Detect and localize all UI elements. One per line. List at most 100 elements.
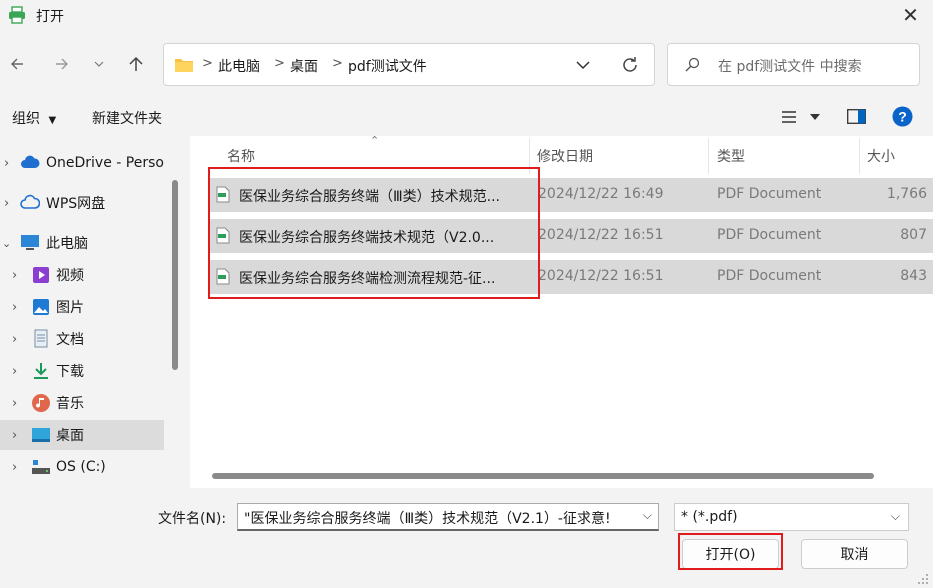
- video-icon: [33, 267, 49, 283]
- filename-value: "医保业务综合服务终端（Ⅲ类）技术规范（V2.1）-征求意!: [244, 511, 611, 527]
- sidebar-item-pictures[interactable]: › 图片: [0, 292, 164, 322]
- breadcrumb-separator: >: [274, 56, 285, 71]
- view-options-caret-icon[interactable]: [810, 114, 820, 120]
- chevron-down-icon[interactable]: ⌄: [2, 237, 11, 250]
- sidebar-item-music[interactable]: › 音乐: [0, 388, 164, 418]
- sidebar-item-downloads[interactable]: › 下载: [0, 356, 164, 386]
- chevron-right-icon[interactable]: ›: [12, 300, 17, 315]
- breadcrumb-desktop[interactable]: 桌面: [290, 56, 318, 76]
- address-bar[interactable]: > 此电脑 > 桌面 > pdf测试文件: [163, 43, 655, 86]
- recent-locations-button[interactable]: [84, 48, 114, 80]
- sidebar-item-desktop[interactable]: › 桌面: [0, 420, 164, 450]
- close-button[interactable]: ✕: [888, 0, 933, 30]
- sidebar-item-label: 图片: [56, 300, 84, 316]
- wps-cloud-icon: [20, 194, 40, 209]
- sidebar-item-label: 下载: [56, 364, 84, 380]
- column-divider[interactable]: [859, 138, 860, 174]
- sidebar-item-label: WPS网盘: [46, 196, 106, 212]
- chevron-right-icon[interactable]: ›: [12, 364, 17, 379]
- column-header-size[interactable]: 大小: [867, 146, 895, 166]
- search-box[interactable]: 在 pdf测试文件 中搜索: [667, 43, 920, 86]
- resize-grip-icon[interactable]: [914, 570, 930, 586]
- highlight-box-files: [208, 167, 540, 299]
- file-size: 1,766: [886, 186, 927, 202]
- breadcrumb-separator: >: [202, 56, 213, 71]
- sidebar-item-videos[interactable]: › 视频: [0, 260, 164, 290]
- search-input[interactable]: 在 pdf测试文件 中搜索: [718, 56, 862, 76]
- svg-text:?: ?: [898, 109, 907, 125]
- breadcrumb-this-pc[interactable]: 此电脑: [218, 56, 260, 76]
- sidebar-item-this-pc[interactable]: ⌄ 此电脑: [0, 228, 164, 258]
- horizontal-scrollbar[interactable]: [212, 473, 874, 479]
- filename-label: 文件名(N):: [158, 511, 227, 527]
- chevron-right-icon[interactable]: ›: [12, 396, 17, 411]
- organize-label: 组织: [12, 111, 40, 127]
- desktop-icon: [32, 428, 50, 442]
- file-type: PDF Document: [717, 268, 822, 284]
- help-icon[interactable]: ?: [892, 106, 913, 127]
- column-header-type[interactable]: 类型: [717, 146, 745, 166]
- documents-icon: [34, 329, 48, 348]
- new-folder-button[interactable]: 新建文件夹: [92, 108, 162, 128]
- sidebar-item-label: OneDrive - Perso: [46, 155, 164, 171]
- search-icon: [685, 57, 700, 72]
- chevron-right-icon[interactable]: ›: [12, 332, 17, 347]
- organize-menu-button[interactable]: 组织 ▼: [12, 108, 56, 128]
- file-modified: 2024/12/22 16:49: [538, 186, 664, 202]
- breadcrumb-separator: >: [332, 56, 343, 71]
- sidebar-item-label: 桌面: [56, 428, 84, 444]
- breadcrumb-pdf-folder[interactable]: pdf测试文件: [348, 56, 427, 76]
- file-modified: 2024/12/22 16:51: [538, 227, 664, 243]
- navigation-pane: › OneDrive - Perso › WPS网盘 ⌄ 此电脑 › 视频 › …: [0, 136, 180, 488]
- sidebar-item-label: 视频: [56, 268, 84, 284]
- sidebar-item-label: OS (C:): [56, 459, 106, 475]
- chevron-down-icon: [94, 61, 104, 67]
- file-modified: 2024/12/22 16:51: [538, 268, 664, 284]
- refresh-icon[interactable]: [621, 56, 639, 74]
- pictures-icon: [33, 299, 49, 315]
- drive-icon: [32, 460, 50, 474]
- file-type: PDF Document: [717, 186, 822, 202]
- window-title: 打开: [36, 9, 64, 25]
- back-button[interactable]: [2, 48, 32, 80]
- chevron-right-icon[interactable]: ›: [4, 196, 9, 211]
- sidebar-item-os-drive[interactable]: › OS (C:): [0, 452, 164, 482]
- chevron-down-icon: ⌵: [890, 509, 900, 523]
- sidebar-scrollbar[interactable]: [172, 180, 178, 370]
- printer-app-icon: [9, 6, 25, 24]
- address-history-chevron-icon[interactable]: [576, 60, 590, 70]
- column-header-name[interactable]: 名称: [227, 146, 255, 166]
- sidebar-item-label: 此电脑: [46, 236, 88, 252]
- cancel-button[interactable]: 取消: [801, 539, 908, 569]
- preview-pane-icon[interactable]: [847, 109, 866, 124]
- arrow-left-icon: [11, 58, 23, 70]
- title-bar: [0, 0, 933, 32]
- sidebar-item-onedrive[interactable]: › OneDrive - Perso: [0, 148, 164, 178]
- chevron-right-icon[interactable]: ›: [4, 156, 9, 171]
- sidebar-item-documents[interactable]: › 文档: [0, 324, 164, 354]
- folder-icon: [175, 59, 193, 72]
- arrow-right-icon: [56, 58, 68, 70]
- computer-icon: [21, 235, 39, 250]
- column-header-modified[interactable]: 修改日期: [537, 146, 593, 166]
- filename-input[interactable]: "医保业务综合服务终端（Ⅲ类）技术规范（V2.1）-征求意! ⌵: [237, 503, 659, 531]
- up-button[interactable]: [121, 48, 151, 80]
- chevron-right-icon[interactable]: ›: [12, 428, 17, 443]
- column-divider[interactable]: [708, 138, 709, 174]
- chevron-down-icon[interactable]: ⌵: [643, 508, 652, 523]
- file-size: 807: [900, 227, 927, 243]
- file-size: 843: [900, 268, 927, 284]
- view-list-icon[interactable]: [781, 110, 797, 124]
- file-type-filter-value: * (*.pdf): [681, 509, 738, 525]
- sidebar-item-wps-cloud[interactable]: › WPS网盘: [0, 188, 164, 218]
- sort-ascending-icon: ⌃: [370, 134, 380, 147]
- file-type-filter[interactable]: * (*.pdf) ⌵: [674, 503, 909, 531]
- music-icon: [32, 394, 50, 412]
- sidebar-item-label: 音乐: [56, 396, 84, 412]
- forward-button[interactable]: [47, 48, 77, 80]
- chevron-right-icon[interactable]: ›: [12, 460, 17, 475]
- chevron-right-icon[interactable]: ›: [12, 268, 17, 283]
- download-icon: [34, 363, 48, 379]
- file-type: PDF Document: [717, 227, 822, 243]
- onedrive-cloud-icon: [21, 155, 40, 168]
